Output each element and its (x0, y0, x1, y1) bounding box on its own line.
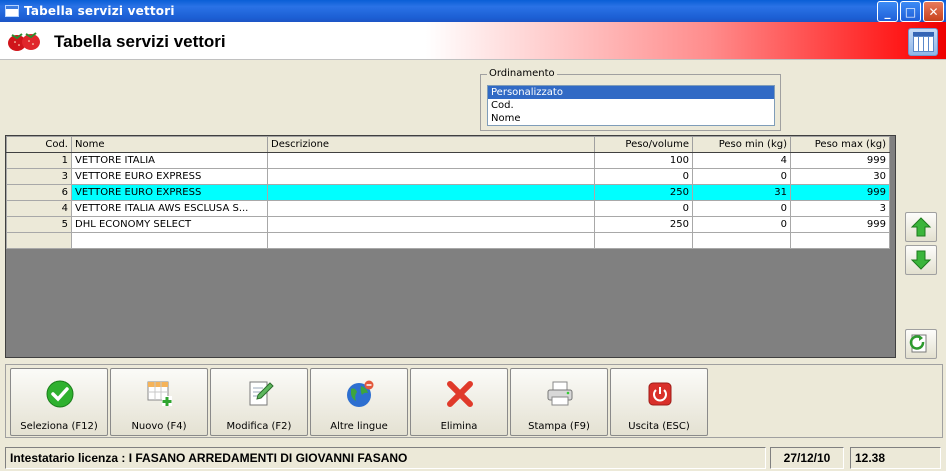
cell-nome: VETTORE EURO EXPRESS (71, 184, 268, 201)
close-button[interactable]: ✕ (923, 1, 944, 22)
cell-peso-volume: 100 (594, 152, 693, 169)
cell-descrizione (267, 232, 595, 249)
cell-nome: VETTORE ITALIA (71, 152, 268, 169)
modifica-button[interactable]: Modifica (F2) (210, 368, 308, 436)
stampa-label: Stampa (F9) (528, 421, 590, 432)
ordinamento-option[interactable]: Nome (488, 112, 774, 125)
table-row-selected[interactable]: 6 VETTORE EURO EXPRESS 250 31 999 (6, 184, 890, 201)
cell-descrizione (267, 184, 595, 201)
strawberry-logo-icon (8, 32, 40, 51)
arrow-down-icon (910, 250, 932, 270)
printer-icon (547, 381, 573, 406)
globe-icon (347, 380, 374, 407)
cell-peso-max: 3 (790, 200, 890, 217)
cell-cod: 3 (6, 168, 72, 185)
cell-peso-volume: 0 (594, 168, 693, 185)
seleziona-button[interactable]: Seleziona (F12) (10, 368, 108, 436)
seleziona-label: Seleziona (F12) (20, 421, 98, 432)
cell-peso-max: 999 (790, 184, 890, 201)
carriers-table: Cod. Nome Descrizione Peso/volume Peso m… (6, 136, 890, 249)
altre-lingue-button[interactable]: Altre lingue (310, 368, 408, 436)
cell-descrizione (267, 168, 595, 185)
window-titlebar: Tabella servizi vettori _ □ ✕ (0, 0, 946, 22)
cell-peso-min: 0 (692, 216, 791, 233)
ordinamento-listbox[interactable]: Personalizzato Cod. Nome (487, 85, 775, 126)
ordinamento-option[interactable]: Cod. (488, 99, 774, 112)
column-header-peso-volume[interactable]: Peso/volume (594, 136, 693, 153)
red-x-icon (447, 381, 473, 407)
move-down-button[interactable] (905, 245, 937, 275)
header-band: Tabella servizi vettori (0, 22, 946, 60)
refresh-icon (909, 334, 927, 353)
table-row[interactable]: 1 VETTORE ITALIA 100 4 999 (6, 152, 890, 169)
status-license: Intestatario licenza : I FASANO ARREDAME… (5, 447, 766, 469)
cell-nome: DHL ECONOMY SELECT (71, 216, 268, 233)
cell-nome: VETTORE EURO EXPRESS (71, 168, 268, 185)
checkmark-icon (46, 380, 74, 408)
ordinamento-group: Ordinamento Personalizzato Cod. Nome (480, 68, 781, 131)
cell-cod (6, 232, 72, 249)
nuovo-button[interactable]: Nuovo (F4) (110, 368, 208, 436)
cell-peso-min (692, 232, 791, 249)
cell-peso-volume: 0 (594, 200, 693, 217)
cell-nome (71, 232, 268, 249)
cell-peso-max: 999 (790, 152, 890, 169)
table-header-row: Cod. Nome Descrizione Peso/volume Peso m… (6, 136, 890, 153)
cell-cod: 4 (6, 200, 72, 217)
column-header-cod[interactable]: Cod. (6, 136, 72, 153)
cell-peso-min: 31 (692, 184, 791, 201)
cell-peso-max (790, 232, 890, 249)
app-window-icon (5, 5, 19, 17)
table-row[interactable]: 5 DHL ECONOMY SELECT 250 0 999 (6, 216, 890, 233)
edit-document-icon (249, 381, 274, 406)
ordinamento-option[interactable]: Personalizzato (488, 86, 774, 99)
column-header-nome[interactable]: Nome (71, 136, 268, 153)
table-row-new[interactable] (6, 232, 890, 249)
cell-peso-volume (594, 232, 693, 249)
window-title: Tabella servizi vettori (24, 4, 175, 18)
cell-peso-max: 999 (790, 216, 890, 233)
power-icon (648, 382, 672, 406)
cell-descrizione (267, 152, 595, 169)
maximize-button[interactable]: □ (900, 1, 921, 22)
cell-descrizione (267, 200, 595, 217)
new-grid-icon (147, 381, 172, 406)
modifica-label: Modifica (F2) (226, 421, 292, 432)
elimina-label: Elimina (440, 421, 478, 432)
stampa-button[interactable]: Stampa (F9) (510, 368, 608, 436)
column-header-peso-min[interactable]: Peso min (kg) (692, 136, 791, 153)
cell-cod: 5 (6, 216, 72, 233)
uscita-button[interactable]: Uscita (ESC) (610, 368, 708, 436)
table-row[interactable]: 3 VETTORE EURO EXPRESS 0 0 30 (6, 168, 890, 185)
cell-descrizione (267, 216, 595, 233)
column-header-peso-max[interactable]: Peso max (kg) (790, 136, 890, 153)
cell-peso-volume: 250 (594, 216, 693, 233)
cell-peso-min: 0 (692, 200, 791, 217)
status-time: 12.38 (850, 447, 941, 469)
uscita-label: Uscita (ESC) (628, 421, 690, 432)
status-date: 27/12/10 (770, 447, 844, 469)
refresh-button[interactable] (905, 329, 937, 359)
cell-nome: VETTORE ITALIA AWS ESCLUSA S... (71, 200, 268, 217)
carriers-grid[interactable]: Cod. Nome Descrizione Peso/volume Peso m… (5, 135, 896, 358)
page-title: Tabella servizi vettori (54, 32, 226, 51)
table-row[interactable]: 4 VETTORE ITALIA AWS ESCLUSA S... 0 0 3 (6, 200, 890, 217)
arrow-up-icon (910, 217, 932, 237)
column-header-descrizione[interactable]: Descrizione (267, 136, 595, 153)
cell-cod: 6 (6, 184, 72, 201)
cell-peso-volume: 250 (594, 184, 693, 201)
nuovo-label: Nuovo (F4) (131, 421, 187, 432)
move-up-button[interactable] (905, 212, 937, 242)
elimina-button[interactable]: Elimina (410, 368, 508, 436)
cell-peso-min: 0 (692, 168, 791, 185)
calendar-button[interactable] (908, 28, 938, 56)
cell-peso-max: 30 (790, 168, 890, 185)
cell-peso-min: 4 (692, 152, 791, 169)
minimize-button[interactable]: _ (877, 1, 898, 22)
ordinamento-legend: Ordinamento (487, 68, 557, 79)
action-toolbar: Seleziona (F12) Nuovo (F4) Modifica (F2)… (5, 364, 943, 438)
altre-lingue-label: Altre lingue (330, 421, 388, 432)
cell-cod: 1 (6, 152, 72, 169)
